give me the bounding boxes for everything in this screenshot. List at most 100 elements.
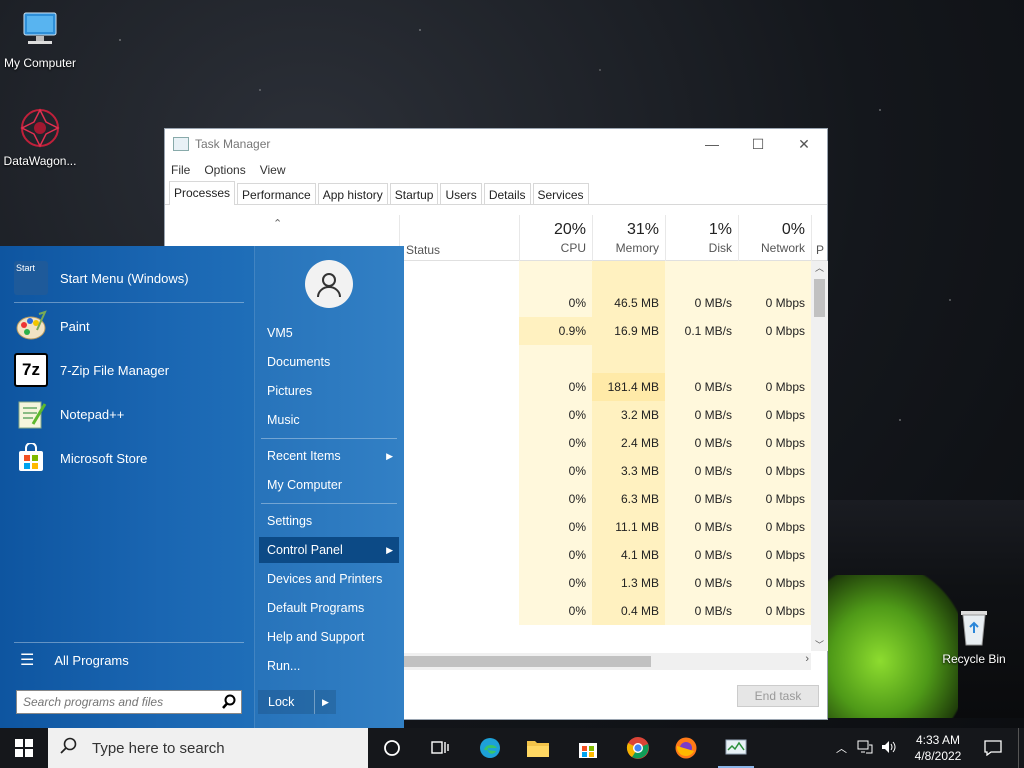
submenu-arrow-icon: ▶ [386,451,393,461]
tab-details[interactable]: Details [483,183,531,205]
menu-item-documents[interactable]: Documents [259,349,399,375]
task-manager-taskbar-icon[interactable] [712,728,760,768]
lock-options-arrow-icon[interactable]: ▶ [314,690,336,714]
store-icon[interactable] [564,728,612,768]
tab-startup[interactable]: Startup [389,183,439,205]
tab-users[interactable]: Users [440,183,482,205]
file-explorer-icon[interactable] [514,728,562,768]
tab-app-history[interactable]: App history [317,183,388,205]
column-cpu[interactable]: 20% CPU [519,215,592,261]
menu-item-pictures[interactable]: Pictures [259,378,399,404]
cell-memory: 181.4 MB [592,373,665,401]
scroll-up-icon[interactable]: ︿ [811,261,828,274]
notification-center-icon[interactable] [978,728,1008,768]
end-task-button[interactable]: End task [737,685,819,707]
tab-processes[interactable]: Processes [169,181,236,205]
menu-item-devices-printers[interactable]: Devices and Printers [259,566,399,592]
submenu-arrow-icon: ▶ [386,545,393,555]
task-view-icon[interactable] [416,728,464,768]
menu-item-user[interactable]: VM5 [259,320,399,346]
recycle-bin-icon [952,604,996,648]
menu-options[interactable]: Options [204,163,245,177]
chrome-icon[interactable] [614,728,662,768]
minimize-icon[interactable]: — [689,130,735,158]
scroll-thumb[interactable] [814,279,825,317]
firefox-icon[interactable] [662,728,710,768]
desktop-icon-my-computer[interactable]: My Computer [0,8,80,70]
cortana-icon[interactable] [368,728,416,768]
all-programs-button[interactable]: ☰ All Programs [16,640,246,680]
search-icon[interactable] [221,694,237,713]
edge-icon[interactable] [466,728,514,768]
network-icon[interactable] [857,740,873,757]
menu-item-help-support[interactable]: Help and Support [259,624,399,650]
menu-item-my-computer[interactable]: My Computer [259,472,399,498]
column-power-partial[interactable]: P [811,215,827,261]
pinned-app-store[interactable]: Microsoft Store [14,438,244,478]
start-menu-right-pane: VM5 Documents Pictures Music Recent Item… [254,246,404,728]
show-hidden-icons-icon[interactable]: ︿ [836,740,847,756]
menu-item-default-programs[interactable]: Default Programs [259,595,399,621]
user-avatar-icon[interactable] [305,260,353,308]
column-status[interactable]: Status [399,215,519,261]
7zip-icon: 7z [14,353,48,387]
tab-performance[interactable]: Performance [237,183,316,205]
datawagon-icon [18,106,62,150]
desktop-icon-recycle-bin[interactable]: Recycle Bin [934,604,1014,666]
cell-cpu: 0% [519,513,592,541]
cell-cpu: 0% [519,289,592,317]
tab-services[interactable]: Services [532,183,589,205]
pinned-app-start-menu[interactable]: Start Start Menu (Windows) [14,258,244,298]
start-menu-left-pane: Start Start Menu (Windows) Paint 7z 7-Zi… [0,246,254,728]
menu-item-control-panel[interactable]: Control Panel ▶ [259,537,399,563]
show-desktop-button[interactable] [1018,728,1024,768]
cell-cpu: 0% [519,457,592,485]
menu-item-settings[interactable]: Settings [259,508,399,534]
taskbar-search-box[interactable]: Type here to search [48,728,368,768]
menu-item-recent-items[interactable]: Recent Items ▶ [259,443,399,469]
pinned-app-7zip[interactable]: 7z 7-Zip File Manager [14,350,244,390]
divider [261,503,397,504]
search-input[interactable] [17,691,213,713]
pinned-app-paint[interactable]: Paint [14,306,244,346]
cell-cpu: 0% [519,541,592,569]
horizontal-scrollbar[interactable]: › [403,653,811,670]
menu-file[interactable]: File [171,163,190,177]
cell-memory: 6.3 MB [592,485,665,513]
clock[interactable]: 4:33 AM 4/8/2022 [908,732,968,764]
clock-time: 4:33 AM [915,733,961,747]
cell-network: 0 Mbps [738,429,811,457]
menu-view[interactable]: View [260,163,286,177]
cell-network: 0 Mbps [738,485,811,513]
cell-disk: 0 MB/s [665,429,738,457]
desktop-icon-datawagon[interactable]: DataWagon... [0,106,80,168]
lock-button[interactable]: Lock ▶ [258,690,336,714]
cell-memory: 11.1 MB [592,513,665,541]
cell-memory: 16.9 MB [592,317,665,345]
computer-icon [18,8,62,52]
column-memory[interactable]: 31% Memory [592,215,665,261]
start-button[interactable] [0,728,48,768]
start-search-box[interactable] [16,690,242,714]
taskbar-search-text: Type here to search [92,739,225,757]
column-disk[interactable]: 1% Disk [665,215,738,261]
scroll-right-icon[interactable]: › [805,653,809,665]
menu-item-run[interactable]: Run... [259,653,399,679]
cell-memory [592,345,665,373]
maximize-icon[interactable]: ☐ [735,130,781,158]
title-bar[interactable]: Task Manager — ☐ ✕ [165,129,827,159]
scroll-thumb[interactable] [403,656,651,667]
pinned-app-notepadpp[interactable]: Notepad++ [14,394,244,434]
cell-network: 0 Mbps [738,373,811,401]
volume-icon[interactable] [881,740,897,757]
menu-item-music[interactable]: Music [259,407,399,433]
column-network[interactable]: 0% Network [738,215,811,261]
cell-disk [665,345,738,373]
cell-network: 0 Mbps [738,401,811,429]
cell-cpu: 0% [519,401,592,429]
close-icon[interactable]: ✕ [781,130,827,158]
vertical-scrollbar[interactable]: ︿ ﹀ [811,261,828,651]
sort-arrow-icon[interactable]: ⌃ [273,217,282,230]
cell-disk: 0 MB/s [665,373,738,401]
scroll-down-icon[interactable]: ﹀ [811,638,828,651]
